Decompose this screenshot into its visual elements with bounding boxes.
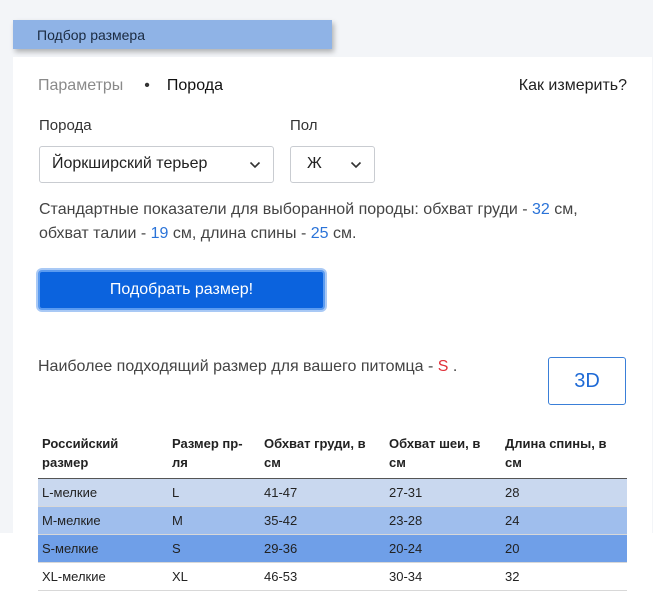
col-maker-size: Размер пр-ля xyxy=(168,430,260,479)
breed-select[interactable]: Йоркширский терьер xyxy=(39,146,274,183)
steps-breadcrumb: Параметры • Порода xyxy=(38,77,223,95)
how-to-measure-link[interactable]: Как измерить? xyxy=(519,77,627,95)
table-cell: L xyxy=(168,478,260,507)
sex-select[interactable]: Ж xyxy=(290,146,375,183)
waist-value: 19 xyxy=(150,225,169,242)
breed-select-value: Йоркширский терьер xyxy=(52,155,208,172)
table-cell: 46-53 xyxy=(260,562,385,591)
pick-size-button[interactable]: Подобрать размер! xyxy=(38,270,325,310)
table-cell: 29-36 xyxy=(260,534,385,563)
info-suffix: см. xyxy=(328,225,357,242)
table-cell: XL xyxy=(168,562,260,591)
table-cell: 20 xyxy=(501,534,627,563)
step-separator: • xyxy=(144,77,150,94)
header-title: Подбор размера xyxy=(37,27,146,43)
step-breed[interactable]: Порода xyxy=(167,77,223,95)
size-table-header: Российский размер Размер пр-ля Обхват гр… xyxy=(38,430,627,479)
result-end: . xyxy=(448,358,458,375)
table-cell: XL-мелкие xyxy=(38,562,168,591)
table-row[interactable]: M-мелкие M 35-42 23-28 24 xyxy=(38,506,627,535)
chevron-down-icon xyxy=(350,161,362,169)
table-cell: 30-34 xyxy=(385,562,501,591)
table-cell: L-мелкие xyxy=(38,478,168,507)
breed-standard-info: Стандартные показатели для выборанной по… xyxy=(39,198,619,246)
size-picker-card: Параметры • Порода Как измерить? Порода … xyxy=(13,57,652,615)
step-parameters[interactable]: Параметры xyxy=(38,77,123,95)
table-cell: 32 xyxy=(501,562,627,591)
table-cell: 23-28 xyxy=(385,506,501,535)
col-russian-size: Российский размер xyxy=(38,430,168,479)
info-mid2: см, длина спины - xyxy=(168,225,311,242)
info-prefix: Стандартные показатели для выборанной по… xyxy=(39,201,532,218)
table-cell: 20-24 xyxy=(385,534,501,563)
view-3d-button[interactable]: 3D xyxy=(548,357,626,405)
result-label: Наиболее подходящий размер для вашего пи… xyxy=(38,358,438,375)
back-value: 25 xyxy=(310,225,329,242)
table-cell: 24 xyxy=(501,506,627,535)
size-table: Российский размер Размер пр-ля Обхват гр… xyxy=(38,430,627,591)
result-size: S xyxy=(437,358,449,375)
table-cell: S-мелкие xyxy=(38,534,168,563)
table-cell: M-мелкие xyxy=(38,506,168,535)
sex-label: Пол xyxy=(290,117,318,134)
table-cell: 27-31 xyxy=(385,478,501,507)
chevron-down-icon xyxy=(249,161,261,169)
col-back-length: Длина спины, в см xyxy=(501,430,627,479)
table-cell: S xyxy=(168,534,260,563)
breed-label: Порода xyxy=(39,117,92,134)
col-neck: Обхват шеи, в см xyxy=(385,430,501,479)
table-cell: M xyxy=(168,506,260,535)
chest-value: 32 xyxy=(532,201,550,218)
table-row[interactable]: XL-мелкие XL 46-53 30-34 32 xyxy=(38,562,627,591)
table-cell: 28 xyxy=(501,478,627,507)
col-chest: Обхват груди, в см xyxy=(260,430,385,479)
table-cell: 41-47 xyxy=(260,478,385,507)
result-text: Наиболее подходящий размер для вашего пи… xyxy=(38,358,457,376)
table-row[interactable]: L-мелкие L 41-47 27-31 28 xyxy=(38,478,627,507)
table-cell: 35-42 xyxy=(260,506,385,535)
table-row[interactable]: S-мелкие S 29-36 20-24 20 xyxy=(38,534,627,563)
size-picker-header: Подбор размера xyxy=(13,20,332,49)
sex-select-value: Ж xyxy=(307,155,322,172)
